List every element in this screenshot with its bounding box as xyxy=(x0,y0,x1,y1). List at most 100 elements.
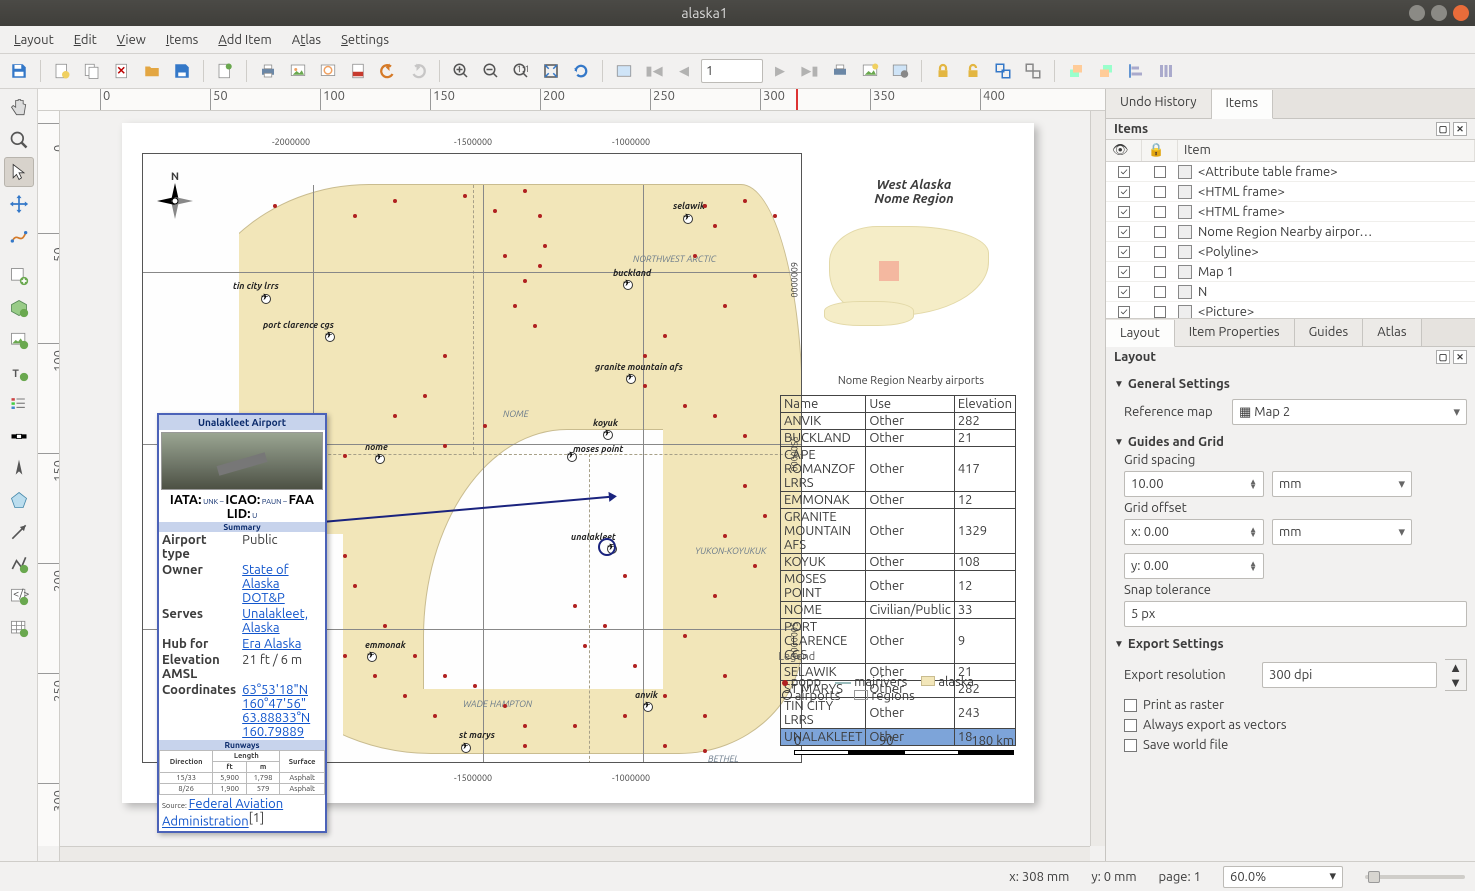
zoom-out-button[interactable] xyxy=(478,58,504,84)
grid-spacing-input[interactable]: 10.00▲▼ xyxy=(1124,471,1264,497)
item-visible-checkbox[interactable]: ✓ xyxy=(1118,306,1130,318)
refresh-button[interactable] xyxy=(568,58,594,84)
menu-settings[interactable]: Settings xyxy=(333,30,397,50)
zoom-actual-button[interactable]: 1:1 xyxy=(508,58,534,84)
select-tool[interactable] xyxy=(4,157,34,187)
zoom-slider[interactable] xyxy=(1365,875,1465,879)
menu-items[interactable]: Items xyxy=(158,30,206,50)
export-res-stepper[interactable]: ▲▼ xyxy=(1445,659,1467,691)
print-as-raster-checkbox[interactable] xyxy=(1124,699,1137,712)
panel-undock-button[interactable]: ▢ xyxy=(1436,122,1450,136)
add-map-tool[interactable] xyxy=(4,261,34,291)
items-col-lock[interactable]: 🔒 xyxy=(1142,140,1178,161)
add-scalebar-tool[interactable] xyxy=(4,421,34,451)
item-visible-checkbox[interactable]: ✓ xyxy=(1118,226,1130,238)
window-minimize-button[interactable] xyxy=(1409,5,1425,21)
add-attr-table-tool[interactable] xyxy=(4,613,34,643)
panel-close-button[interactable]: ✕ xyxy=(1453,122,1467,136)
export-pdf-button[interactable] xyxy=(345,58,371,84)
list-item[interactable]: ✓<Attribute table frame> xyxy=(1106,162,1475,182)
menu-add-item[interactable]: Add Item xyxy=(210,30,279,50)
tab-undo-history[interactable]: Undo History xyxy=(1106,89,1212,118)
edit-nodes-tool[interactable] xyxy=(4,221,34,251)
refmap-combo[interactable]: ▦ Map 2▾ xyxy=(1232,399,1467,425)
add-label-tool[interactable]: T xyxy=(4,357,34,387)
zoom-in-button[interactable] xyxy=(448,58,474,84)
atlas-last-button[interactable]: ▶▮ xyxy=(797,58,823,84)
undo-button[interactable] xyxy=(375,58,401,84)
grid-offset-x-input[interactable]: x: 0.00▲▼ xyxy=(1124,519,1264,545)
panel-undock-button[interactable]: ▢ xyxy=(1436,350,1450,364)
add-north-arrow-tool[interactable] xyxy=(4,453,34,483)
vertical-scrollbar[interactable] xyxy=(1090,111,1105,846)
save-template-button[interactable] xyxy=(169,58,195,84)
list-item[interactable]: ✓<Picture> xyxy=(1106,302,1475,319)
horizontal-scrollbar[interactable] xyxy=(60,846,1090,861)
ruler-vertical[interactable]: 050100150200250300 xyxy=(38,111,60,846)
add-picture-tool[interactable] xyxy=(4,325,34,355)
redo-button[interactable] xyxy=(405,58,431,84)
items-list[interactable]: 👁 🔒 Item ✓<Attribute table frame>✓<HTML … xyxy=(1106,139,1475,319)
lock-items-button[interactable] xyxy=(930,58,956,84)
scalebar[interactable]: 090180 km xyxy=(794,734,1014,755)
north-arrow[interactable]: N xyxy=(157,171,193,219)
grid-spacing-unit[interactable]: mm▾ xyxy=(1272,471,1412,497)
ruler-horizontal[interactable]: 050100150200250300350400 xyxy=(38,89,1105,111)
add-html-tool[interactable]: </> xyxy=(4,581,34,611)
item-visible-checkbox[interactable]: ✓ xyxy=(1118,286,1130,298)
pan-tool[interactable] xyxy=(4,93,34,123)
zoom-combo[interactable]: 60.0%▾ xyxy=(1223,866,1343,888)
atlas-prev-button[interactable]: ◀ xyxy=(671,58,697,84)
tab-items[interactable]: Items xyxy=(1212,90,1273,119)
ungroup-button[interactable] xyxy=(1020,58,1046,84)
export-svg-button[interactable] xyxy=(315,58,341,84)
item-lock-checkbox[interactable] xyxy=(1154,166,1166,178)
item-visible-checkbox[interactable]: ✓ xyxy=(1118,186,1130,198)
delete-layout-button[interactable] xyxy=(109,58,135,84)
item-lock-checkbox[interactable] xyxy=(1154,206,1166,218)
grid-offset-y-input[interactable]: y: 0.00▲▼ xyxy=(1124,553,1264,579)
list-item[interactable]: ✓Map 1 xyxy=(1106,262,1475,282)
legend[interactable]: Legend popp majrivers alaska airports re… xyxy=(782,642,974,703)
panel-close-button[interactable]: ✕ xyxy=(1453,350,1467,364)
group-button[interactable] xyxy=(990,58,1016,84)
grid-offset-unit[interactable]: mm▾ xyxy=(1272,519,1412,545)
item-visible-checkbox[interactable]: ✓ xyxy=(1118,266,1130,278)
zoom-full-button[interactable] xyxy=(538,58,564,84)
atlas-next-button[interactable]: ▶ xyxy=(767,58,793,84)
window-maximize-button[interactable] xyxy=(1431,5,1447,21)
always-vectors-checkbox[interactable] xyxy=(1124,719,1137,732)
menu-atlas[interactable]: Atlas xyxy=(284,30,329,50)
export-image-button[interactable] xyxy=(285,58,311,84)
save-layout-button[interactable] xyxy=(6,58,32,84)
list-item[interactable]: ✓<Polyline> xyxy=(1106,242,1475,262)
save-world-file-checkbox[interactable] xyxy=(1124,739,1137,752)
item-lock-checkbox[interactable] xyxy=(1154,246,1166,258)
atlas-first-button[interactable]: ▮◀ xyxy=(641,58,667,84)
atlas-print-button[interactable] xyxy=(827,58,853,84)
distribute-button[interactable] xyxy=(1153,58,1179,84)
item-lock-checkbox[interactable] xyxy=(1154,306,1166,318)
item-visible-checkbox[interactable]: ✓ xyxy=(1118,246,1130,258)
list-item[interactable]: ✓Nome Region Nearby airpor… xyxy=(1106,222,1475,242)
menu-edit[interactable]: Edit xyxy=(66,30,105,50)
snap-tolerance-input[interactable]: 5 px xyxy=(1124,601,1467,627)
layout-canvas[interactable]: -2000000 -1500000 -1000000 -2000000 -150… xyxy=(60,111,1090,846)
open-folder-button[interactable] xyxy=(139,58,165,84)
menu-layout[interactable]: Layout xyxy=(6,30,62,50)
atlas-export-image-button[interactable] xyxy=(857,58,883,84)
item-visible-checkbox[interactable]: ✓ xyxy=(1118,206,1130,218)
item-lock-checkbox[interactable] xyxy=(1154,226,1166,238)
inset-map[interactable]: West AlaskaNome Region xyxy=(819,178,1009,338)
item-visible-checkbox[interactable]: ✓ xyxy=(1118,166,1130,178)
atlas-page-input[interactable]: 1 xyxy=(701,59,763,83)
window-close-button[interactable] xyxy=(1453,5,1469,21)
highlight-circle[interactable] xyxy=(598,538,616,556)
item-lock-checkbox[interactable] xyxy=(1154,266,1166,278)
list-item[interactable]: ✓<HTML frame> xyxy=(1106,182,1475,202)
add-legend-tool[interactable] xyxy=(4,389,34,419)
layout-page[interactable]: -2000000 -1500000 -1000000 -2000000 -150… xyxy=(122,123,1034,803)
layout-properties-scroll[interactable]: ▼General Settings Reference map ▦ Map 2▾… xyxy=(1106,367,1475,861)
unlock-items-button[interactable] xyxy=(960,58,986,84)
lower-button[interactable] xyxy=(1093,58,1119,84)
